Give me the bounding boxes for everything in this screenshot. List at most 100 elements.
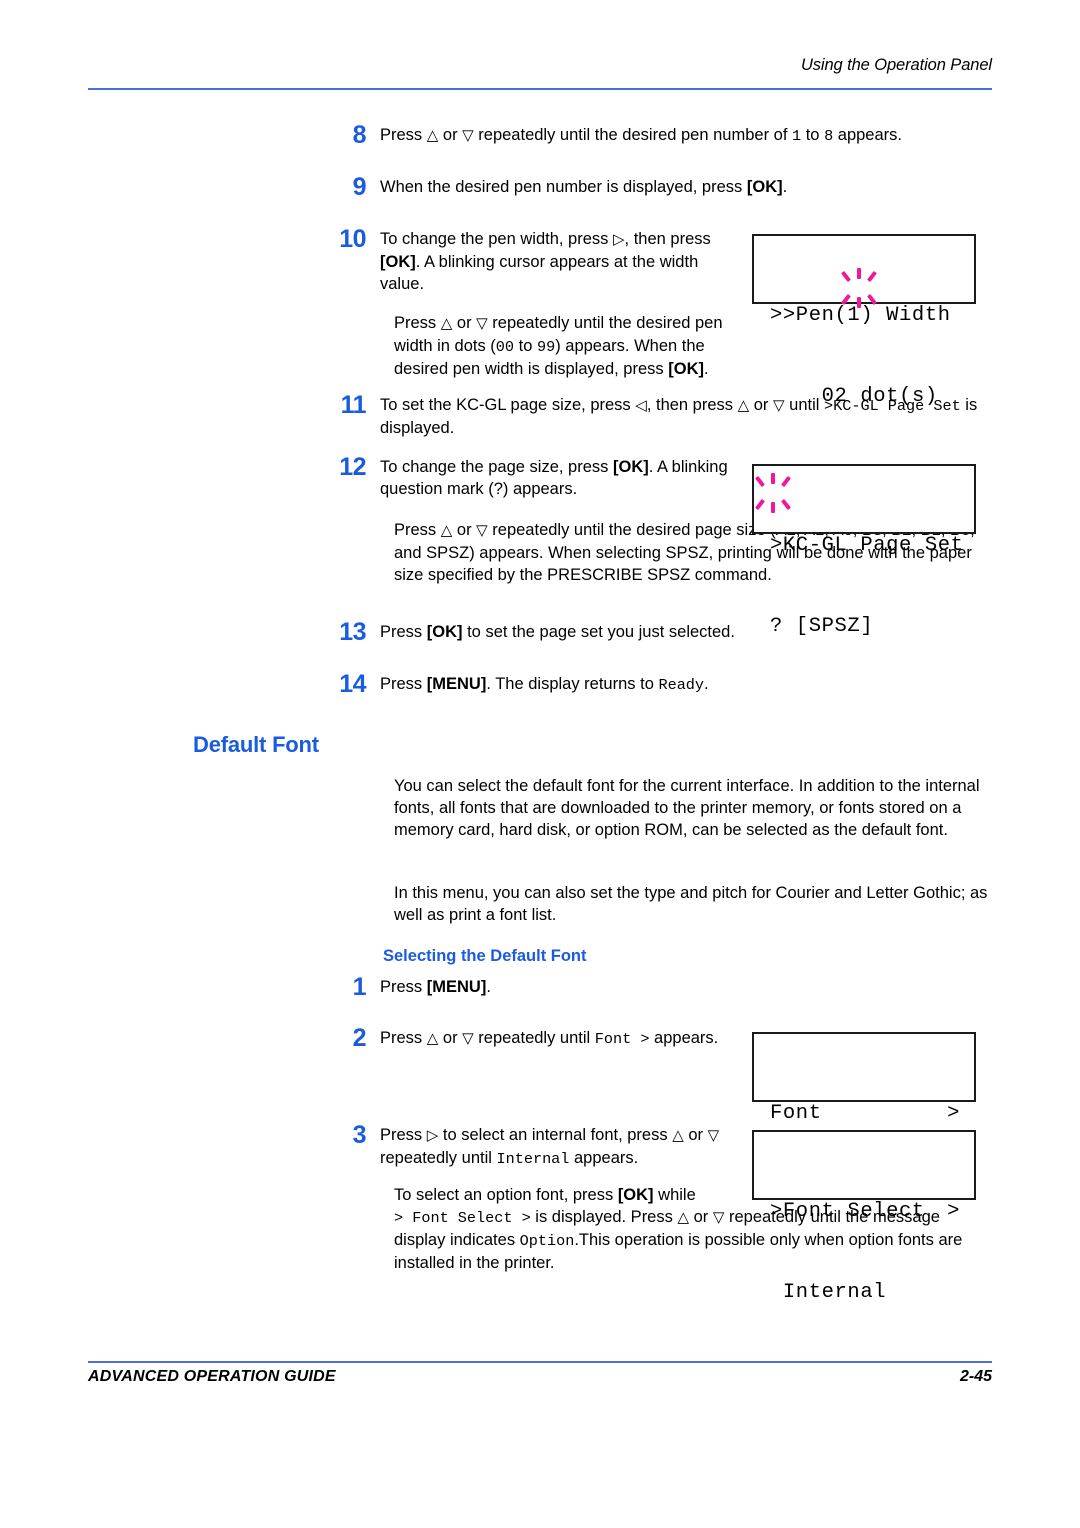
lcd-pen-width-line1: >>Pen(1) Width — [770, 304, 951, 327]
key-ok: [OK] — [668, 360, 704, 379]
lcd-font-menu-chevron: > — [947, 1102, 960, 1125]
step-9-number: 9 — [352, 173, 367, 201]
step-10-p2-seg-b: or — [452, 314, 477, 332]
down-arrow-icon: ▽ — [773, 397, 785, 414]
df-step-1-seg-b: . — [486, 978, 491, 996]
step-11: 11 To set the KC-GL page size, press ◁, … — [316, 391, 992, 439]
df-step-3-p2-seg-a: To select an option font, press — [394, 1186, 618, 1204]
df-step-3-literal-internal: Internal — [496, 1150, 570, 1169]
df-step-3-p1-seg-b: to select an internal font, press — [438, 1126, 673, 1144]
step-9-text: When the desired pen number is displayed… — [380, 176, 992, 198]
step-14-literal-ready: Ready — [658, 676, 705, 694]
df-step-3-p1-seg-a: Press — [380, 1126, 427, 1144]
df-step-3-p1-seg-c: or — [683, 1126, 708, 1144]
down-arrow-icon: ▽ — [707, 1127, 720, 1144]
key-ok: [OK] — [612, 458, 649, 476]
step-12-number: 12 — [339, 453, 366, 481]
step-8-seg-b: or — [438, 126, 463, 144]
df-step-3-number: 3 — [352, 1121, 367, 1149]
up-arrow-icon: △ — [677, 1209, 689, 1226]
step-11-seg-b: , then press — [646, 396, 738, 414]
df-step-2-seg-d: appears. — [649, 1029, 719, 1047]
key-ok: [OK] — [746, 178, 783, 196]
df-step-2-seg-b: or — [438, 1029, 463, 1047]
running-header: Using the Operation Panel — [88, 56, 992, 75]
down-arrow-icon: ▽ — [462, 1030, 474, 1047]
step-10-number: 10 — [339, 225, 366, 253]
step-9-seg-b: . — [782, 178, 788, 196]
step-14-seg-a: Press — [380, 675, 427, 693]
step-12-text: To change the page size, press [OK]. A b… — [380, 456, 746, 500]
df-step-2: 2 Press △ or ▽ repeatedly until Font > a… — [316, 1026, 746, 1051]
lcd-kcgl-page-set: >KC-GL Page Set ? [SPSZ] — [750, 464, 976, 638]
step-14-seg-c: . — [704, 675, 709, 693]
df-step-3-text: Press ▷ to select an internal font, pres… — [380, 1124, 746, 1170]
up-arrow-icon: △ — [426, 1030, 439, 1047]
step-8-seg-e: appears. — [833, 126, 902, 144]
down-arrow-icon: ▽ — [712, 1209, 725, 1226]
step-14-text: Press [MENU]. The display returns to Rea… — [380, 673, 992, 696]
df-step-3-literal-option: Option — [519, 1232, 575, 1251]
document-page: Using the Operation Panel 8 Press △ or ▽… — [0, 0, 1080, 1528]
up-arrow-icon: △ — [440, 522, 453, 539]
step-12-p2-seg-b: or — [452, 521, 477, 539]
blink-indicator-icon — [750, 473, 796, 513]
lcd-font-menu-label: Font — [770, 1102, 822, 1125]
key-menu: [MENU] — [426, 978, 487, 996]
lcd-font-select-line2: Internal — [770, 1281, 887, 1304]
step-10: 10 To change the pen width, press ▷, the… — [316, 225, 746, 296]
lcd-font-menu: Font > — [752, 1032, 976, 1125]
df-step-2-text: Press △ or ▽ repeatedly until Font > app… — [380, 1027, 746, 1050]
right-arrow-icon: ▷ — [426, 1127, 439, 1144]
footer-guide-title: ADVANCED OPERATION GUIDE — [88, 1368, 336, 1385]
df-step-1-number: 1 — [352, 973, 367, 1001]
right-arrow-icon: ▷ — [612, 231, 625, 248]
default-font-paragraph-2: In this menu, you can also set the type … — [394, 884, 988, 925]
df-step-1: 1 Press [MENU]. — [316, 973, 746, 1001]
step-10-p1-seg-a: To change the pen width, press — [380, 230, 613, 248]
step-8-seg-d: to — [801, 126, 825, 144]
lcd-font-select: >Font Select > Internal — [752, 1130, 976, 1304]
step-13-seg-b: to set the page set you just selected. — [462, 623, 735, 641]
step-10-literal-99: 99 — [536, 338, 556, 357]
step-14: 14 Press [MENU]. The display returns to … — [316, 670, 992, 698]
lcd-font-select-chevron: > — [947, 1200, 960, 1223]
step-11-number: 11 — [340, 391, 367, 419]
step-10-paragraph-2: Press △ or ▽ repeatedly until the desire… — [394, 312, 754, 381]
df-step-3-literal-font-select: > Font Select > — [394, 1209, 531, 1227]
left-arrow-icon: ◁ — [635, 397, 647, 414]
df-step-2-literal-font: Font > — [594, 1030, 650, 1048]
step-10-p2-seg-d: to — [514, 337, 537, 356]
step-12-p1-seg-a: To change the page size, press — [380, 458, 613, 476]
running-header-text: Using the Operation Panel — [800, 56, 992, 74]
default-font-paragraph-1: You can select the default font for the … — [394, 777, 980, 840]
key-ok: [OK] — [617, 1186, 654, 1204]
up-arrow-icon: △ — [440, 315, 453, 332]
step-8-text: Press △ or ▽ repeatedly until the desire… — [380, 124, 992, 147]
step-14-number: 14 — [339, 670, 366, 698]
step-10-literal-00: 00 — [495, 338, 515, 357]
step-8-seg-c: repeatedly until the desired pen number … — [473, 126, 792, 144]
lcd-kcgl-line1: >KC-GL Page Set — [770, 534, 964, 557]
df-step-3-p2-seg-c: is displayed. Press — [530, 1208, 678, 1226]
step-8: 8 Press △ or ▽ repeatedly until the desi… — [316, 123, 992, 148]
down-arrow-icon: ▽ — [476, 522, 488, 539]
step-13: 13 Press [OK] to set the page set you ju… — [316, 620, 992, 645]
step-12: 12 To change the page size, press [OK]. … — [316, 453, 746, 500]
up-arrow-icon: △ — [737, 397, 750, 414]
step-8-seg-a: Press — [380, 126, 427, 144]
step-9-seg-a: When the desired pen number is displayed… — [380, 178, 747, 196]
step-11-text: To set the KC-GL page size, press ◁, the… — [380, 394, 992, 439]
step-8-literal-8: 8 — [824, 127, 834, 145]
df-step-3-p1-seg-e: appears. — [569, 1149, 639, 1168]
df-step-1-text: Press [MENU]. — [380, 976, 746, 998]
step-11-seg-d: until — [784, 396, 824, 414]
lcd-pen-width: >>Pen(1) Width 02 dot(s) — [752, 234, 976, 408]
down-arrow-icon: ▽ — [462, 127, 474, 144]
step-12-p2-seg-a: Press — [394, 521, 441, 539]
section-heading-default-font: Default Font — [193, 732, 319, 757]
down-arrow-icon: ▽ — [476, 315, 488, 332]
step-8-literal-1: 1 — [792, 127, 802, 145]
footer-page-number: 2-45 — [959, 1368, 992, 1385]
df-step-2-seg-a: Press — [380, 1029, 427, 1047]
